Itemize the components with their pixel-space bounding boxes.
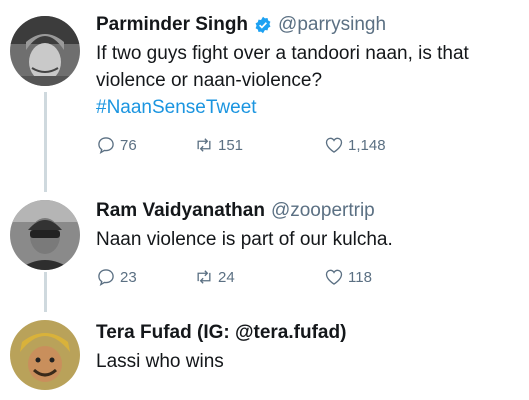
reply-count: 76 bbox=[120, 136, 137, 154]
author-handle[interactable]: @zoopertrip bbox=[271, 198, 375, 224]
avatar[interactable] bbox=[10, 200, 80, 270]
tweet-text-content: Lassi who wins bbox=[96, 351, 224, 372]
like-count: 118 bbox=[348, 268, 372, 286]
tweet-text: If two guys fight over a tandoori naan, … bbox=[96, 40, 521, 121]
reply-icon bbox=[98, 269, 114, 286]
like-button[interactable]: 1,148 bbox=[324, 135, 386, 155]
tweet-text-content: Naan violence is part of our kulcha. bbox=[96, 229, 393, 250]
like-button[interactable]: 118 bbox=[324, 267, 372, 287]
thread-line bbox=[44, 92, 47, 192]
retweet-count: 24 bbox=[218, 268, 235, 286]
thread-line bbox=[44, 272, 47, 312]
tweet-actions: 76 151 1,148 bbox=[96, 135, 521, 155]
avatar[interactable] bbox=[10, 16, 80, 86]
tweet-text-content: If two guys fight over a tandoori naan, … bbox=[96, 43, 469, 91]
tweet-actions: 23 24 118 bbox=[96, 267, 521, 287]
reply-button[interactable]: 76 bbox=[96, 135, 164, 155]
author-name[interactable]: Parminder Singh bbox=[96, 12, 248, 38]
retweet-button[interactable]: 24 bbox=[194, 267, 294, 287]
avatar-image bbox=[10, 320, 80, 390]
tweet-text: Lassi who wins bbox=[96, 348, 521, 375]
author-handle[interactable]: @parrysingh bbox=[278, 12, 386, 38]
tweet-thread: Parminder Singh @parrysingh If two guys … bbox=[0, 0, 529, 400]
like-count: 1,148 bbox=[348, 136, 386, 154]
hashtag-link[interactable]: #NaanSenseTweet bbox=[96, 94, 521, 121]
retweet-icon bbox=[197, 138, 211, 152]
author-name[interactable]: Tera Fufad (IG: @tera.fufad) bbox=[96, 320, 346, 346]
tweet-text: Naan violence is part of our kulcha. bbox=[96, 226, 521, 253]
retweet-icon bbox=[197, 270, 211, 284]
tweet-header: Ram Vaidyanathan @zoopertrip bbox=[96, 198, 521, 224]
avatar[interactable] bbox=[10, 320, 80, 390]
heart-icon bbox=[325, 269, 343, 285]
reply-button[interactable]: 23 bbox=[96, 267, 164, 287]
reply-icon bbox=[98, 137, 114, 154]
heart-icon bbox=[325, 137, 343, 153]
retweet-button[interactable]: 151 bbox=[194, 135, 294, 155]
author-name[interactable]: Ram Vaidyanathan bbox=[96, 198, 265, 224]
verified-badge-icon bbox=[254, 16, 272, 34]
reply-count: 23 bbox=[120, 268, 137, 286]
tweet-header: Parminder Singh @parrysingh bbox=[96, 12, 521, 38]
tweet-header: Tera Fufad (IG: @tera.fufad) bbox=[96, 320, 521, 346]
avatar-image bbox=[10, 16, 80, 86]
retweet-count: 151 bbox=[218, 136, 244, 154]
avatar-image bbox=[10, 200, 80, 270]
